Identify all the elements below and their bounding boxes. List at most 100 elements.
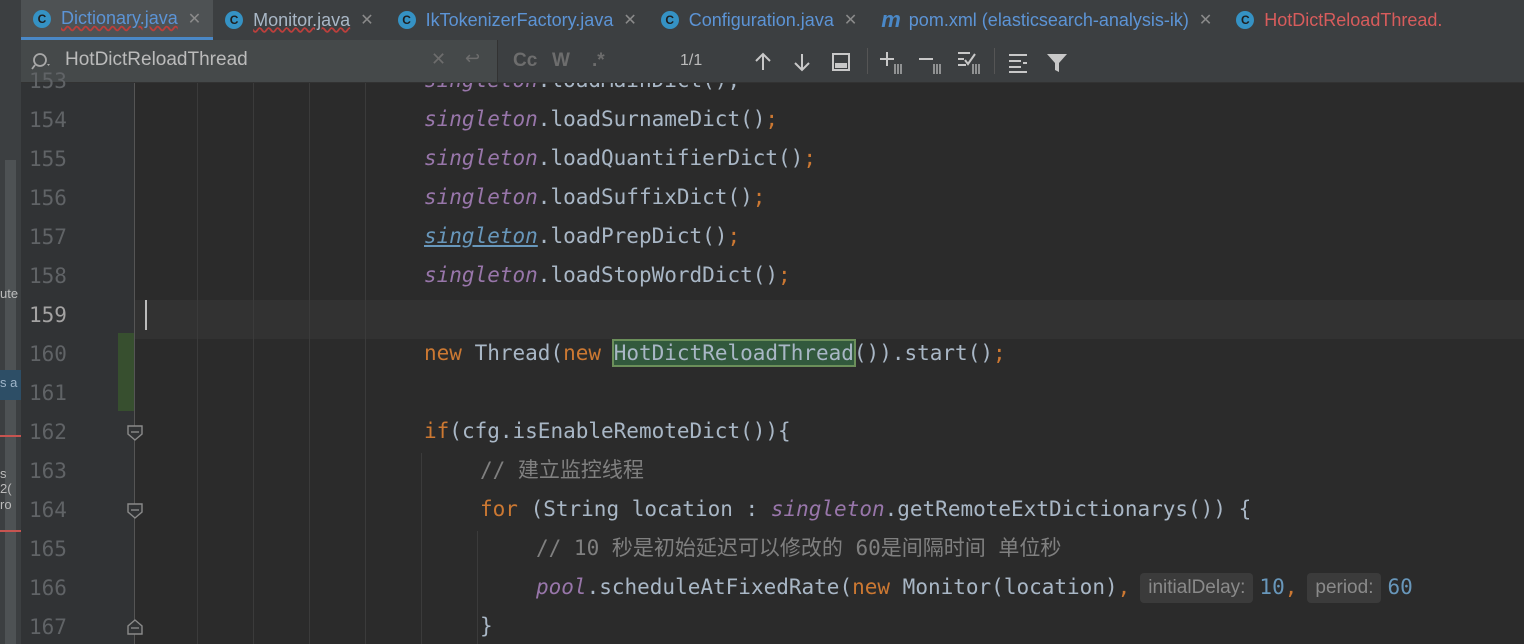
left-panel-scrollbar[interactable] xyxy=(5,160,16,644)
close-icon[interactable]: ✕ xyxy=(623,10,636,30)
code-text: (String location : xyxy=(517,497,771,521)
editor-tab-bar: C Dictionary.java ✕ C Monitor.java ✕ C I… xyxy=(21,0,1524,41)
tab-dictionary-java[interactable]: C Dictionary.java ✕ xyxy=(21,0,214,40)
code-line-164: for (String location : singleton.getRemo… xyxy=(480,490,1251,529)
indent-guide xyxy=(365,83,366,644)
code-line-158: singleton.loadStopWordDict(); xyxy=(424,256,791,295)
arrow-up-icon[interactable] xyxy=(753,52,773,72)
code-line-157: singleton.loadPrepDict(); xyxy=(424,217,740,256)
code-number: 10 xyxy=(1259,575,1285,599)
tab-pom-xml[interactable]: m pom.xml (elasticsearch-analysis-ik) ✕ xyxy=(869,0,1224,40)
java-class-icon: C xyxy=(225,11,244,29)
close-icon[interactable]: ✕ xyxy=(360,10,373,30)
code-line-163: // 建立监控线程 xyxy=(480,451,644,490)
search-match-highlight[interactable]: HotDictReloadThread xyxy=(611,339,856,367)
vcs-added-lines-marker[interactable] xyxy=(118,333,134,411)
code-line-154: singleton.loadSurnameDict(); xyxy=(424,100,778,139)
code-punctuation: ; xyxy=(778,263,791,287)
code-text: ()).start() xyxy=(853,341,993,365)
line-number: 164 xyxy=(29,498,67,522)
code-line-160: new Thread(new HotDictReloadThread()).st… xyxy=(424,334,1006,373)
code-number: 60 xyxy=(1387,575,1413,599)
code-punctuation: , xyxy=(1117,575,1131,599)
select-all-matches-icon[interactable] xyxy=(956,50,984,76)
tab-iktokenizerfactory-java[interactable]: C IkTokenizerFactory.java ✕ xyxy=(386,0,649,40)
filter-icon[interactable] xyxy=(1046,52,1068,74)
tab-label: Dictionary.java xyxy=(61,8,178,28)
code-text: Monitor(location) xyxy=(890,575,1118,599)
tab-label: HotDictReloadThread. xyxy=(1264,9,1443,30)
code-comment: // 建立监控线程 xyxy=(480,458,644,482)
code-text: (cfg.isEnableRemoteDict()){ xyxy=(449,419,791,443)
code-text: Thread( xyxy=(461,341,564,365)
code-text: } xyxy=(480,614,493,638)
code-line-167: } xyxy=(480,607,493,644)
code-punctuation: , xyxy=(1284,575,1298,599)
close-icon[interactable]: ✕ xyxy=(1199,10,1212,30)
tab-configuration-java[interactable]: C Configuration.java ✕ xyxy=(649,0,870,40)
code-editor[interactable]: singleton.loadMainDict(); singleton.load… xyxy=(135,83,1524,644)
regex-toggle[interactable]: .* xyxy=(592,50,605,72)
close-icon[interactable]: ✕ xyxy=(188,9,201,29)
code-text: .getRemoteExtDictionarys()) { xyxy=(884,497,1252,521)
parameter-hint: period: xyxy=(1307,573,1382,603)
code-line-162: if(cfg.isEnableRemoteDict()){ xyxy=(424,412,791,451)
code-text: .loadPrepDict() xyxy=(537,224,728,248)
line-number: 167 xyxy=(29,615,67,639)
code-text: .loadQuantifierDict() xyxy=(537,146,804,170)
line-number: 153 xyxy=(29,69,67,93)
clear-search-icon[interactable]: ✕ xyxy=(431,49,446,70)
indent-guide xyxy=(421,453,422,644)
left-panel-error-marker xyxy=(0,530,21,532)
toolbar-separator xyxy=(867,48,868,74)
find-toolbar: HotDictReloadThread ✕ ↩ Cc W .* 1/1 xyxy=(21,40,1524,83)
search-input[interactable]: HotDictReloadThread ✕ ↩ xyxy=(21,40,498,82)
left-panel-error-marker xyxy=(0,435,21,437)
identifier-link[interactable]: singleton xyxy=(424,224,538,248)
code-punctuation: ; xyxy=(727,224,741,248)
new-line-icon[interactable]: ↩ xyxy=(465,48,480,69)
keyword: new xyxy=(424,341,462,365)
java-class-icon: C xyxy=(397,11,416,29)
filter-search-results-icon[interactable] xyxy=(1007,52,1031,74)
add-occurrence-icon[interactable] xyxy=(878,50,906,76)
keyword: for xyxy=(480,497,518,521)
match-count: 1/1 xyxy=(680,52,703,69)
match-case-toggle[interactable]: Cc xyxy=(513,50,537,72)
line-number-current: 159 xyxy=(29,303,67,327)
close-icon[interactable]: ✕ xyxy=(844,10,857,30)
left-panel-text: ro xyxy=(0,497,12,512)
line-number: 160 xyxy=(29,342,67,366)
identifier: singleton xyxy=(424,107,538,131)
search-query-text: HotDictReloadThread xyxy=(65,49,248,70)
code-line-165: // 10 秒是初始延迟可以修改的 60是间隔时间 单位秒 xyxy=(536,529,1061,568)
code-punctuation: ; xyxy=(992,341,1006,365)
java-class-icon: C xyxy=(1236,11,1255,29)
identifier: pool xyxy=(536,575,587,599)
tab-label: Configuration.java xyxy=(688,9,834,30)
line-number: 165 xyxy=(29,537,67,561)
select-all-occurrences-icon[interactable] xyxy=(831,52,851,72)
text-caret xyxy=(145,300,147,330)
tab-label: IkTokenizerFactory.java xyxy=(425,9,614,30)
left-panel-text: ute xyxy=(0,286,19,301)
code-punctuation: ; xyxy=(803,146,816,170)
tab-label: Monitor.java xyxy=(253,9,351,30)
left-panel-text: s a xyxy=(0,375,18,390)
tab-hotdictreloadthread[interactable]: C HotDictReloadThread. xyxy=(1224,0,1454,40)
code-text: .loadSurnameDict() xyxy=(537,107,766,131)
identifier: singleton xyxy=(424,146,538,170)
tab-monitor-java[interactable]: C Monitor.java ✕ xyxy=(213,0,385,40)
parameter-hint: initialDelay: xyxy=(1140,573,1254,603)
toolbar-separator xyxy=(994,48,995,74)
identifier: singleton xyxy=(424,83,538,92)
keyword: new xyxy=(852,575,891,599)
code-line-156: singleton.loadSuffixDict(); xyxy=(424,178,765,217)
code-line-153: singleton.loadMainDict(); xyxy=(424,83,740,100)
remove-occurrence-icon[interactable] xyxy=(917,50,945,76)
line-number: 158 xyxy=(29,264,67,288)
arrow-down-icon[interactable] xyxy=(792,52,812,72)
left-tool-strip: ute s a s 2( ro xyxy=(0,0,22,644)
words-toggle[interactable]: W xyxy=(552,50,570,72)
